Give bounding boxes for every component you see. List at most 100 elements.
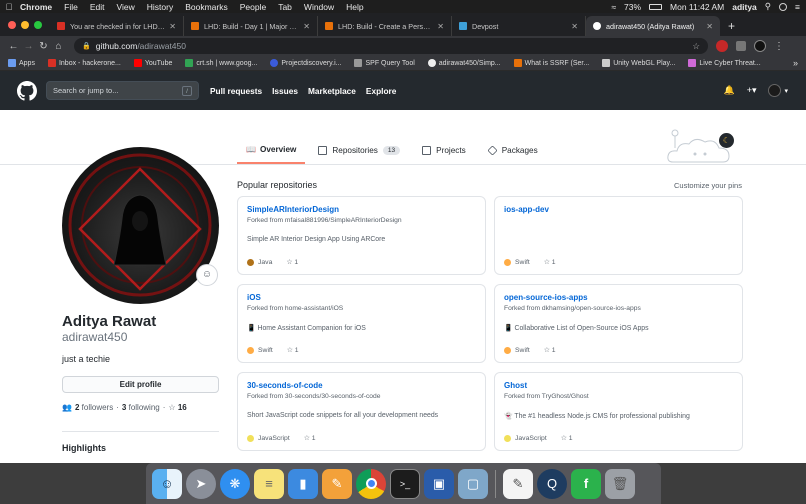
repo-fork-source[interactable]: Forked from mfaisal881996/SimpleARInteri… [247,217,476,224]
preview-icon[interactable]: ▢ [458,468,488,499]
menu-people[interactable]: People [240,2,266,12]
close-tab-icon[interactable]: ✕ [571,22,578,31]
siri-icon[interactable] [779,2,788,11]
following-link[interactable]: 3 following [122,403,160,412]
quicktime-icon[interactable]: Q [537,468,567,499]
set-status-smiley-icon[interactable]: ☺ [196,264,218,286]
notes-icon[interactable]: ≡ [254,468,284,499]
stars-link[interactable]: ☆ 16 [168,403,186,412]
bookmark-ssrf[interactable]: What is SSRF (Ser... [513,59,589,67]
chrome-menu-icon[interactable]: ⋮ [774,41,784,52]
bookmark-cyber-threat[interactable]: Live Cyber Threat... [688,59,761,67]
battery-percent[interactable]: 73% [624,2,641,12]
repo-name-link[interactable]: SimpleARInteriorDesign [247,205,476,214]
repo-name-link[interactable]: iOS [247,293,476,302]
lock-icon[interactable]: 🔒 [82,42,91,50]
pages-icon[interactable]: ✎ [322,468,352,499]
battery-icon[interactable] [649,3,663,10]
address-bar[interactable]: 🔒 github.com/adirawat450 ☆ [74,38,708,54]
bookmark-inbox[interactable]: Inbox - hackerone... [47,59,121,67]
repo-name-link[interactable]: Ghost [504,381,733,390]
menu-view[interactable]: View [116,2,134,12]
tab-packages[interactable]: Packages [479,137,547,164]
repo-stars-link[interactable]: ☆ 1 [544,258,556,266]
spotlight-icon[interactable]: ⚲ [765,1,771,12]
nav-pull-requests[interactable]: Pull requests [210,86,262,96]
zoom-window-button[interactable] [34,20,42,29]
tab-overview[interactable]: 📖 Overview [237,137,306,164]
repo-name-link[interactable]: ios-app-dev [504,205,733,214]
close-tab-icon[interactable]: ✕ [169,22,176,31]
notification-center-icon[interactable]: ≡ [795,2,800,12]
menu-history[interactable]: History [147,2,173,12]
create-new-plus-icon[interactable]: +▾ [747,85,757,96]
nav-explore[interactable]: Explore [366,86,396,96]
terminal-icon[interactable]: >_ [390,468,420,499]
browser-tab[interactable]: LHD: Build - Day 1 | Major Lea ✕ [184,16,318,36]
menu-edit[interactable]: Edit [90,2,105,12]
wifi-icon[interactable]: ≈ [611,2,616,12]
search-input[interactable]: Search or jump to... / [46,81,199,100]
customize-pins-link[interactable]: Customize your pins [674,181,742,190]
launchpad-icon[interactable]: ➤ [186,468,216,499]
repo-fork-source[interactable]: Forked from home-assistant/iOS [247,305,476,312]
menu-file[interactable]: File [64,2,78,12]
repo-fork-source[interactable]: Forked from 30-seconds/30-seconds-of-cod… [247,393,476,400]
close-tab-icon[interactable]: ✕ [706,22,713,31]
repo-stars-link[interactable]: ☆ 1 [544,346,556,354]
browser-tab-active[interactable]: adirawat450 (Aditya Rawat) ✕ [586,16,720,36]
new-tab-button[interactable]: + [720,19,743,36]
repo-stars-link[interactable]: ☆ 1 [287,346,299,354]
tab-repositories[interactable]: Repositories 13 [309,137,409,164]
extension-red-icon[interactable] [716,40,728,52]
menu-tab[interactable]: Tab [278,2,292,12]
menu-bookmarks[interactable]: Bookmarks [185,2,228,12]
textedit-icon[interactable]: ✎ [503,468,533,499]
bookmark-crtsh[interactable]: crt.sh | www.goog... [185,59,257,67]
close-tab-icon[interactable]: ✕ [437,22,444,31]
chrome-icon[interactable] [356,468,386,499]
bookmark-youtube[interactable]: YouTube [133,59,172,67]
user-name[interactable]: aditya [732,2,757,12]
nav-marketplace[interactable]: Marketplace [308,86,356,96]
repo-stars-link[interactable]: ☆ 1 [561,434,573,442]
repo-stars-link[interactable]: ☆ 1 [286,258,298,266]
bookmark-projectdiscovery[interactable]: Projectdiscovery.i... [270,59,341,67]
profile-avatar-icon[interactable] [754,40,766,52]
clock[interactable]: Mon 11:42 AM [670,2,724,12]
repo-stars-link[interactable]: ☆ 1 [304,434,316,442]
browser-tab[interactable]: Devpost ✕ [452,16,586,36]
bookmark-unity[interactable]: Unity WebGL Play... [602,59,675,67]
user-menu[interactable]: ▾ [768,84,788,97]
menu-help[interactable]: Help [346,2,363,12]
browser-tab[interactable]: You are checked in for LHD: Bu ✕ [50,16,184,36]
minimize-window-button[interactable] [21,20,29,29]
menu-window[interactable]: Window [304,2,334,12]
repo-name-link[interactable]: open-source-ios-apps [504,293,733,302]
forward-icon[interactable]: → [21,41,36,52]
bookmark-star-icon[interactable]: ☆ [692,41,700,52]
finder-icon[interactable]: ☺ [152,468,182,499]
notifications-bell-icon[interactable]: 🔔 [723,85,734,96]
repo-name-link[interactable]: 30-seconds-of-code [247,381,476,390]
github-logo-icon[interactable] [17,80,37,101]
profile-avatar[interactable] [62,147,219,304]
safari-icon[interactable]: ❋ [220,468,250,499]
browser-tab[interactable]: LHD: Build - Create a Personal ✕ [318,16,452,36]
extensions-puzzle-icon[interactable] [736,41,746,51]
virtualbox-icon[interactable]: ▣ [424,468,454,499]
repo-fork-source[interactable]: Forked from TryGhost/Ghost [504,393,733,400]
moon-icon[interactable]: ☾ [719,133,734,148]
close-tab-icon[interactable]: ✕ [303,22,310,31]
bookmark-github-repo[interactable]: adirawat450/Simp... [427,59,501,67]
close-window-button[interactable] [8,20,16,29]
repo-fork-source[interactable]: Forked from dkhamsing/open-source-ios-ap… [504,305,733,312]
feedly-icon[interactable]: f [571,468,601,499]
edit-profile-button[interactable]: Edit profile [62,376,219,393]
bookmark-spf[interactable]: SPF Query Tool [354,59,415,67]
keynote-icon[interactable]: ▮ [288,468,318,499]
nav-issues[interactable]: Issues [272,86,298,96]
home-icon[interactable]: ⌂ [51,41,66,52]
menu-app-chrome[interactable]: Chrome [20,2,52,12]
apple-icon[interactable]:  [0,2,18,12]
